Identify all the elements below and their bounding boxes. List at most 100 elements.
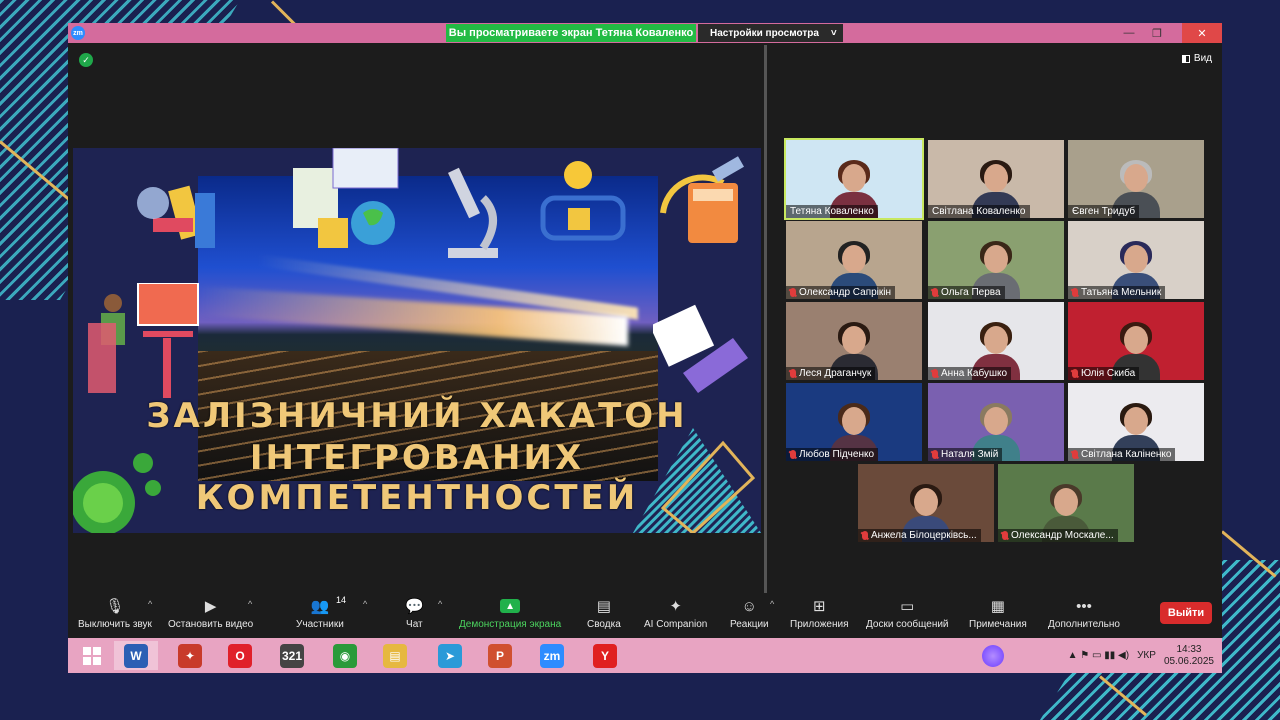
summary-label: Сводка <box>587 619 621 630</box>
mute-label: Выключить звук <box>78 619 152 630</box>
participant-tile[interactable]: Анжела Білоцерківсь... <box>858 464 994 542</box>
windows-icon <box>83 646 101 665</box>
participant-tile[interactable]: Леся Драганчук <box>786 302 922 380</box>
yandex-icon: Y <box>593 643 617 668</box>
tray-icons[interactable]: ▲ ⚑ ▭ ▮▮ ◀) <box>1068 650 1129 661</box>
chevron-up-icon[interactable]: ^ <box>438 599 442 609</box>
participant-name: Світлана Каліненко <box>1081 449 1172 460</box>
mic-muted-icon <box>1002 531 1008 540</box>
participant-name: Олександр Сапрікін <box>799 287 892 298</box>
media-player-icon: 321 <box>280 643 304 668</box>
title-bar: zm Вы просматриваете экран Тетяна Ковале… <box>68 23 1222 43</box>
participant-name-tag: Тетяна Коваленко <box>786 205 878 218</box>
chevron-up-icon[interactable]: ^ <box>148 599 152 609</box>
participant-tile[interactable]: Олександр Сапрікін <box>786 221 922 299</box>
reactions-button[interactable]: ☺ Реакции <box>730 597 769 631</box>
taskbar-app-file-explorer[interactable]: ▤ <box>373 641 417 670</box>
participant-name-tag: Світлана Каліненко <box>1068 448 1176 461</box>
participant-tile[interactable]: Наталя Змій <box>928 383 1064 461</box>
taskbar-app-zoom[interactable]: zm <box>530 641 574 670</box>
participant-name-tag: Олександр Москале... <box>998 529 1118 542</box>
participant-tile[interactable]: Любов Підченко <box>786 383 922 461</box>
taskbar-app-app-red[interactable]: ✦ <box>168 641 212 670</box>
calculator-illustration <box>660 156 744 243</box>
slide-title-line3: КОМПЕТЕНТНОСТЕЙ <box>195 478 639 518</box>
summary-button[interactable]: ▤ Сводка <box>587 597 621 630</box>
participant-tile[interactable]: Олександр Москале... <box>998 464 1134 542</box>
restore-button[interactable]: ❐ <box>1144 23 1170 43</box>
stop-video-label: Остановить видео <box>168 619 254 630</box>
taskbar-app-word[interactable]: W <box>114 641 158 670</box>
stop-video-button[interactable]: ▶ Остановить видео <box>168 597 253 630</box>
participant-name: Татьяна Мельник <box>1081 287 1162 298</box>
slide-title-line1: ЗАЛІЗНИЧНИЙ ХАКАТОН <box>146 396 688 436</box>
participant-name: Ольга Перва <box>941 287 1001 298</box>
apps-icon: ⊞ <box>812 598 826 615</box>
zoom-logo-icon: zm <box>71 26 85 40</box>
participant-name-tag: Татьяна Мельник <box>1068 286 1166 299</box>
apps-button[interactable]: ⊞ Приложения <box>790 597 849 630</box>
microphone-icon: 🎙 <box>105 598 125 615</box>
plug-lightbulb-illustration <box>540 161 626 241</box>
participant-tile[interactable]: Татьяна Мельник <box>1068 221 1204 299</box>
mic-muted-icon <box>1072 369 1078 378</box>
telegram-icon: ➤ <box>438 643 462 668</box>
sparkle-icon: ✦ <box>669 598 682 615</box>
share-screen-button[interactable]: ▲ Демонстрация экрана <box>459 597 561 630</box>
participant-name: Наталя Змій <box>941 449 999 460</box>
taskbar-app-telegram[interactable]: ➤ <box>428 641 472 670</box>
taskbar-app-opera[interactable]: O <box>218 641 262 670</box>
participant-name-tag: Наталя Змій <box>928 448 1003 461</box>
mute-button[interactable]: 🎙 Выключить звук <box>78 597 152 630</box>
participant-tile[interactable]: Анна Кабушко <box>928 302 1064 380</box>
chevron-down-icon: ˅ <box>830 27 837 39</box>
close-button[interactable]: ✕ <box>1182 23 1222 43</box>
participant-name: Тетяна Коваленко <box>790 206 874 217</box>
clock[interactable]: 14:33 05.06.2025 <box>1164 644 1214 668</box>
view-settings-button[interactable]: Настройки просмотра ˅ <box>698 24 843 42</box>
notes-button[interactable]: ▦ Примечания <box>969 597 1027 630</box>
participant-name: Леся Драганчук <box>799 368 872 379</box>
view-icon <box>1181 54 1190 63</box>
clock-time: 14:33 <box>1176 643 1202 655</box>
participant-tile[interactable]: Ольга Перва <box>928 221 1064 299</box>
chevron-up-icon[interactable]: ^ <box>363 599 367 609</box>
app-red-icon: ✦ <box>178 643 202 668</box>
mic-muted-icon <box>862 531 868 540</box>
chat-button[interactable]: 💬 Чат <box>405 597 424 630</box>
minimize-button[interactable]: — <box>1116 23 1142 43</box>
participant-tile[interactable]: Тетяна Коваленко <box>784 138 924 220</box>
taskbar-app-yandex[interactable]: Y <box>583 641 627 670</box>
start-button[interactable] <box>70 641 114 670</box>
participant-tile[interactable]: Євген Тридуб <box>1068 140 1204 218</box>
zoom-icon: zm <box>540 643 564 668</box>
more-button[interactable]: ••• Дополнительно <box>1048 597 1120 631</box>
language-indicator[interactable]: УКР <box>1137 650 1156 661</box>
split-divider[interactable] <box>764 45 767 595</box>
coder-illustration <box>88 283 199 398</box>
view-label: Вид <box>1193 53 1212 64</box>
shield-icon[interactable]: ✓ <box>79 53 93 67</box>
participant-tile[interactable]: Світлана Коваленко <box>928 140 1064 218</box>
taskbar-app-powerpoint[interactable]: P <box>478 641 522 670</box>
ai-companion-button[interactable]: ✦ AI Companion <box>644 597 707 630</box>
chevron-up-icon[interactable]: ^ <box>248 599 252 609</box>
shared-screen-slide: ЗАЛІЗНИЧНИЙ ХАКАТОН ІНТЕГРОВАНИХ КОМПЕТЕ… <box>73 148 761 533</box>
taskbar-app-chrome[interactable]: ◉ <box>323 641 367 670</box>
participant-name-tag: Любов Підченко <box>786 448 879 461</box>
share-screen-label: Демонстрация экрана <box>459 619 562 630</box>
taskbar-app-media-player[interactable]: 321 <box>270 641 314 670</box>
powerpoint-icon: P <box>488 643 512 668</box>
whiteboards-button[interactable]: ▭ Доски сообщений <box>866 597 949 630</box>
summary-icon: ▤ <box>596 598 611 615</box>
participant-tile[interactable]: Юлія Скиба <box>1068 302 1204 380</box>
view-button[interactable]: Вид <box>1181 53 1212 64</box>
mic-muted-icon <box>1072 288 1078 297</box>
leave-button[interactable]: Выйти <box>1160 602 1212 624</box>
windows-taskbar: W ✦ O 321 ◉ ▤ ➤ Pzm Y ▲ ⚑ ▭ ▮▮ ◀) УКР 14:33 05.0… <box>68 638 1222 673</box>
chevron-up-icon[interactable]: ^ <box>770 599 774 609</box>
alice-assistant-icon[interactable] <box>982 645 1004 667</box>
participant-tile[interactable]: Світлана Каліненко <box>1068 383 1204 461</box>
reactions-label: Реакции <box>730 619 769 630</box>
participant-name: Олександр Москале... <box>1011 530 1114 541</box>
